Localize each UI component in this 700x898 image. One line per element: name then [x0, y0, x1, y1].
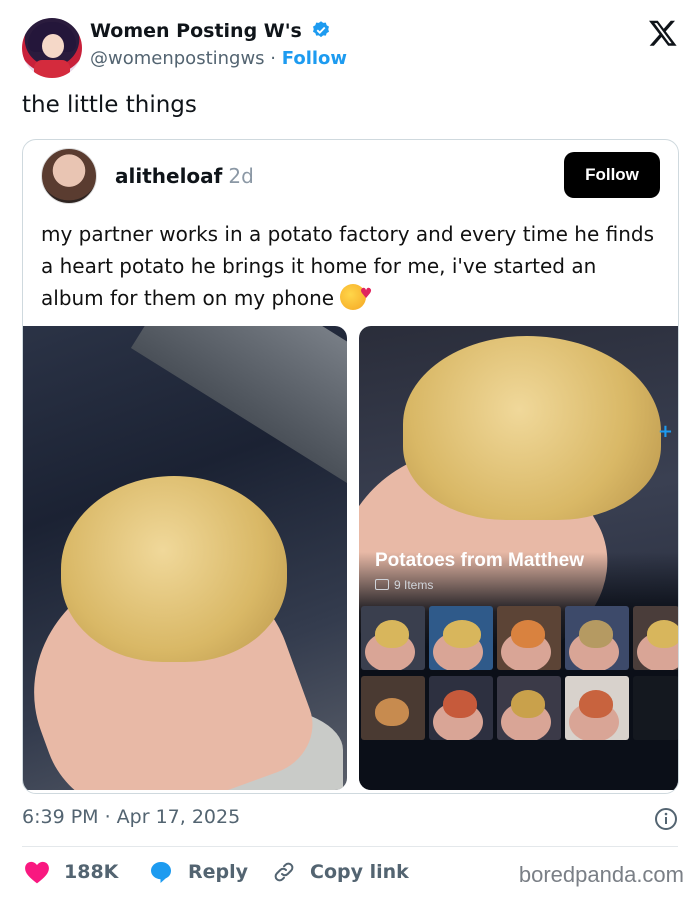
quoted-username[interactable]: alitheloaf: [115, 164, 222, 188]
album-thumbnail: [361, 606, 425, 670]
like-count: 188K: [64, 861, 119, 883]
handle-text[interactable]: @womenpostingws: [90, 48, 265, 69]
album-icon: [375, 579, 389, 590]
album-thumbnail: [633, 606, 678, 670]
quoted-text: my partner works in a potato factory and…: [41, 218, 661, 314]
album-add-icon: +: [657, 421, 673, 442]
quoted-author-avatar[interactable]: [41, 148, 97, 204]
author-name[interactable]: Women Posting W's: [90, 20, 331, 42]
photo-heart-potato-1[interactable]: [23, 326, 347, 790]
album-item-count: 9 Items: [375, 578, 433, 592]
quoted-time-ago: 2d: [228, 164, 254, 188]
album-count-text: 9 Items: [394, 578, 434, 592]
photo-potato-album[interactable]: Potatoes from Matthew 9 Items +: [359, 326, 678, 790]
like-button[interactable]: 188K: [24, 856, 118, 888]
quoted-author: alitheloaf 2d: [115, 164, 254, 188]
album-thumbnail: [565, 606, 629, 670]
quoted-follow-button[interactable]: Follow: [564, 152, 660, 198]
album-title: Potatoes from Matthew: [375, 550, 585, 571]
album-thumbnail: [429, 676, 493, 740]
tweet-timestamp[interactable]: 6:39 PM · Apr 17, 2025: [22, 806, 240, 828]
album-thumbnail: [497, 676, 561, 740]
album-thumbnail: [429, 606, 493, 670]
divider: [22, 846, 678, 847]
smiling-face-with-hearts-icon: [340, 278, 372, 310]
copy-link-button[interactable]: Copy link: [272, 856, 409, 888]
album-thumbnail: [633, 676, 678, 740]
link-icon: [274, 862, 294, 882]
verified-badge-icon: [312, 21, 329, 38]
heart-icon: [25, 861, 49, 884]
x-logo-icon[interactable]: [648, 18, 678, 48]
album-thumbnail: [565, 676, 629, 740]
follow-link[interactable]: Follow: [282, 48, 347, 69]
info-icon[interactable]: [654, 807, 678, 831]
album-thumbnail: [361, 676, 425, 740]
author-name-text[interactable]: Women Posting W's: [90, 20, 302, 42]
handle-separator: ·: [270, 48, 277, 69]
reply-bubble-icon: [151, 862, 171, 883]
quoted-post[interactable]: alitheloaf 2d Follow my partner works in …: [22, 139, 679, 794]
album-thumbnail: [497, 606, 561, 670]
author-handle: @womenpostingws · Follow: [90, 48, 347, 69]
author-avatar[interactable]: [22, 18, 82, 78]
watermark: boredpanda.com: [518, 862, 684, 887]
reply-button[interactable]: Reply: [148, 856, 248, 888]
tweet-header: Women Posting W's @womenpostingws · Foll…: [22, 16, 682, 80]
copy-link-label: Copy link: [310, 861, 409, 883]
reply-label: Reply: [188, 861, 249, 883]
tweet-text: the little things: [22, 92, 197, 118]
